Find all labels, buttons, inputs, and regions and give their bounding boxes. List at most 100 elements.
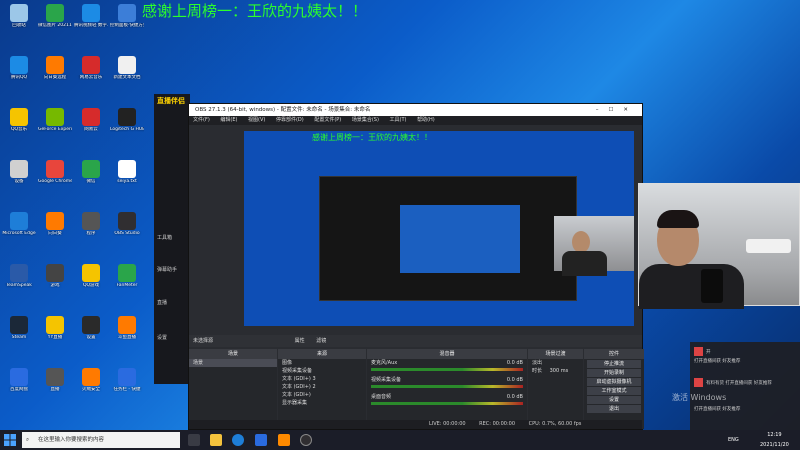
tray-clock[interactable]: 12:19 2021/11/20 [760, 430, 789, 450]
desktop-icon[interactable]: 向日葵 [38, 212, 72, 250]
search-icon: ⌕ [26, 437, 30, 443]
desktop-icon[interactable]: 腾讯视频轻 数字... [74, 4, 108, 42]
desktop-icon[interactable]: 控制面板·快捷方式 [110, 4, 144, 42]
desktop-icon[interactable]: 向日葵远程 [38, 56, 72, 94]
obs-preview-canvas[interactable]: 感谢上周榜一：王欣的九姨太！！ [244, 131, 634, 326]
source-item[interactable]: 文本 (GDI+) [278, 391, 366, 399]
app-icon [10, 212, 28, 230]
desktop-icon[interactable]: 任务栏 - 快捷 [110, 368, 144, 406]
tray-language[interactable]: ENG [728, 435, 739, 445]
desktop-icon[interactable]: 新建文本文档 [110, 56, 144, 94]
desktop-icon-label: YY直播 [47, 335, 63, 340]
settings-button[interactable]: 设置 [587, 396, 641, 404]
desktop-icon[interactable]: Google Chrome [38, 160, 72, 198]
desktop-icon[interactable]: 网易云音乐 [74, 56, 108, 94]
mixer-channel-level: 0.0 dB [506, 360, 523, 366]
preview-body [562, 251, 607, 276]
duration-value[interactable]: 300 ms [550, 368, 569, 374]
desktop-icon[interactable]: 程序 [74, 212, 108, 250]
edge-icon[interactable] [232, 434, 244, 446]
desktop-icon[interactable]: 设备 [2, 160, 36, 198]
app-icon [46, 368, 64, 386]
desktop-icon-label: 腾讯QQ [10, 75, 28, 80]
desktop-icon-label: 程序 [86, 231, 96, 236]
windows-start-icon[interactable] [4, 434, 16, 446]
desktop-icon[interactable]: 游戏 [38, 264, 72, 302]
app-icon [10, 264, 28, 282]
filters-button[interactable]: 滤镜 [316, 338, 326, 344]
app-icon [46, 56, 64, 74]
file-explorer-icon[interactable] [210, 434, 222, 446]
app-nav-settings[interactable]: 设置 [157, 334, 167, 341]
preview-face [572, 231, 590, 253]
desktop-icon[interactable]: 回收站 [2, 4, 36, 42]
desktop-icon[interactable]: Microsoft Edge [2, 212, 36, 250]
source-item[interactable]: 文本 (GDI+) 2 [278, 383, 366, 391]
clock-time: 12:19 [767, 432, 782, 438]
desktop-icon[interactable]: seiya.txt [110, 160, 144, 198]
app-nav-live[interactable]: 直播 [157, 299, 167, 306]
volume-meter[interactable] [371, 368, 523, 371]
desktop-icon[interactable]: 设置 [74, 316, 108, 354]
source-item[interactable]: 图像 [278, 359, 366, 367]
streaming-app-window[interactable]: 直播伴侣 工具箱 弹幕助手 直播 设置 [154, 94, 190, 384]
desktop-icon[interactable]: 斗鱼直播 [110, 316, 144, 354]
menu-docks[interactable]: 停靠部件(D) [276, 117, 304, 123]
menu-profile[interactable]: 配置文件(P) [314, 117, 341, 123]
app-nav-danmaku[interactable]: 弹幕助手 [157, 266, 177, 273]
desktop-icon[interactable]: Logitech G HUB [110, 108, 144, 146]
scenes-dock: 场景 场景 [189, 349, 277, 429]
menu-scene-collection[interactable]: 场景集合(S) [352, 117, 379, 123]
volume-meter[interactable] [371, 402, 523, 405]
mixer-channel-video: 视频采集设备 0.0 dB [367, 376, 527, 384]
taskbar-search-input[interactable]: ⌕ 在这里输入你要搜索的内容 [22, 432, 180, 448]
menu-edit[interactable]: 编辑(E) [220, 117, 237, 123]
obs-window[interactable]: OBS 27.1.3 (64-bit, windows) - 配置文件: 未命名… [188, 103, 644, 430]
studio-mode-button[interactable]: 工作室模式 [587, 387, 641, 395]
desktop-icon[interactable]: 火绒安全 [74, 368, 108, 406]
stop-streaming-button[interactable]: 停止推流 [587, 360, 641, 368]
desktop-icon[interactable]: QQ游戏 [74, 264, 108, 302]
desktop-icon[interactable]: GeForce Experience [38, 108, 72, 146]
source-item[interactable]: 文本 (GDI+) 3 [278, 375, 366, 383]
scene-item[interactable]: 场景 [189, 359, 277, 367]
app-icon [82, 316, 100, 334]
desktop-icon[interactable]: QQ音乐 [2, 108, 36, 146]
source-item[interactable]: 显示器采集 [278, 399, 366, 407]
volume-meter[interactable] [371, 385, 523, 388]
desktop-icon[interactable]: TeamSpeak [2, 264, 36, 302]
source-toolbar: 未选择源 属性 滤镜 [189, 335, 642, 347]
desktop-icon[interactable]: 微信图片 2021111... [38, 4, 72, 42]
desktop-icon[interactable]: FanMeter [110, 264, 144, 302]
start-recording-button[interactable]: 开始录制 [587, 369, 641, 377]
desktop-icon[interactable]: 腾讯QQ [2, 56, 36, 94]
menu-tools[interactable]: 工具(T) [390, 117, 407, 123]
desktop-icon-label: 游戏 [50, 283, 60, 288]
desktop-icon[interactable]: 直播 [38, 368, 72, 406]
menu-view[interactable]: 视图(V) [248, 117, 265, 123]
properties-button[interactable]: 属性 [295, 338, 305, 344]
app-icon [10, 56, 28, 74]
transition-type-select[interactable]: 淡出 [528, 359, 583, 367]
menu-help[interactable]: 帮助(H) [417, 117, 435, 123]
exit-button[interactable]: 退出 [587, 405, 641, 413]
desktop-icon[interactable]: OBS Studio [110, 212, 144, 250]
obs-taskbar-icon[interactable] [300, 434, 312, 446]
camera-feed-window[interactable] [638, 183, 800, 309]
app-nav-toolbox[interactable]: 工具箱 [157, 234, 172, 241]
app-icon [118, 368, 136, 386]
source-item[interactable]: 视频采集设备 [278, 367, 366, 375]
desktop-icon[interactable]: 百度网盘 [2, 368, 36, 406]
desktop-icon[interactable]: Steam [2, 316, 36, 354]
menu-file[interactable]: 文件(F) [193, 117, 210, 123]
desktop-icon[interactable]: 网易云 [74, 108, 108, 146]
desktop-icon[interactable]: YY直播 [38, 316, 72, 354]
task-view-icon[interactable] [188, 434, 200, 446]
store-icon[interactable] [255, 434, 267, 446]
streaming-app-taskbar-icon[interactable] [278, 434, 290, 446]
virtual-camera-button[interactable]: 启动虚拟摄像机 [587, 378, 641, 386]
window-controls[interactable]: –☐✕ [596, 104, 638, 116]
desktop-icon[interactable]: 微信 [74, 160, 108, 198]
obs-title-text: OBS 27.1.3 (64-bit, windows) - 配置文件: 未命名… [195, 107, 371, 113]
app-icon [46, 212, 64, 230]
